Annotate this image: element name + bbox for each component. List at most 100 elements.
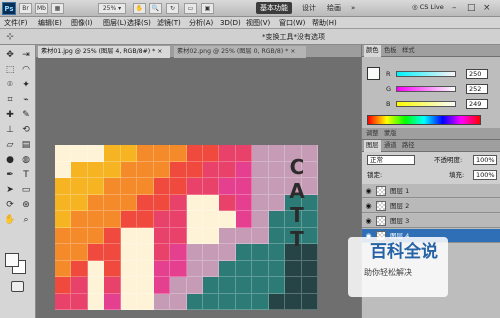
eye-icon[interactable]: ◉ <box>364 187 373 195</box>
magic-wand-tool-icon[interactable]: ✦ <box>19 79 33 92</box>
tools-panel: ✥ ⇥ ⬚ ◠ ⌾ ✦ ⌗ ⌁ ✚ ✎ ⊥ ⟲ ▱ ▤ ● ◍ ✒ T ➤ ▭ … <box>0 45 36 318</box>
workspace-painting[interactable]: 绘画 <box>327 2 341 14</box>
layer-controls: 正常 不透明度: 100% 锁定: 填充: 100% <box>362 152 500 184</box>
tab-channels[interactable]: 通道 <box>382 140 399 152</box>
eye-icon[interactable]: ◉ <box>364 202 373 210</box>
tab-document-2-label: 素材02.png @ 25% (图层 0, RGB/8) * <box>177 48 289 55</box>
menu-window[interactable]: 窗口(W) <box>279 17 305 29</box>
menu-select[interactable]: 选择(S) <box>127 17 151 29</box>
clone-stamp-tool-icon[interactable]: ⊥ <box>3 124 17 137</box>
tab-styles[interactable]: 样式 <box>400 45 417 57</box>
screen-mode-button[interactable]: ▣ <box>201 3 214 14</box>
layer-name: 图层 1 <box>390 187 410 195</box>
lock-label: 锁定: <box>367 171 383 179</box>
green-channel-slider[interactable] <box>396 86 456 92</box>
arrange-documents-button[interactable]: ▭ <box>184 3 197 14</box>
launch-bridge-button[interactable]: Br <box>19 3 32 14</box>
menu-layer[interactable]: 图层(L) <box>103 17 126 29</box>
menu-file[interactable]: 文件(F) <box>4 17 28 29</box>
close-icon[interactable]: × <box>157 48 162 55</box>
menu-image[interactable]: 图像(I) <box>71 17 93 29</box>
3d-rotate-tool-icon[interactable]: ⟳ <box>3 199 17 212</box>
zoom-tool-icon[interactable]: ⌕ <box>19 214 33 227</box>
tab-masks[interactable]: 蒙版 <box>382 128 399 140</box>
history-brush-tool-icon[interactable]: ⟲ <box>19 124 33 137</box>
crop-tool-icon[interactable]: ⌗ <box>3 94 17 107</box>
workspace-design[interactable]: 设计 <box>302 2 316 14</box>
lasso-tool-icon[interactable]: ◠ <box>19 64 33 77</box>
blue-channel-value[interactable]: 249 <box>466 99 488 109</box>
eraser-tool-icon[interactable]: ▱ <box>3 139 17 152</box>
cs-live-button[interactable]: ◎ CS Live <box>412 3 444 11</box>
eyedropper-tool-icon[interactable]: ⌁ <box>19 94 33 107</box>
layer-row-3[interactable]: ◉ 图层 3 <box>362 214 500 228</box>
blur-tool-icon[interactable]: ● <box>3 154 17 167</box>
eye-icon[interactable]: ◉ <box>364 217 373 225</box>
green-channel-value[interactable]: 252 <box>466 84 488 94</box>
zoom-tool-button[interactable]: 🔍 <box>149 3 162 14</box>
layer-row-1[interactable]: ◉ 图层 1 <box>362 184 500 198</box>
zoom-level-dropdown[interactable]: 25% ▾ <box>98 3 126 14</box>
close-button[interactable]: × <box>483 2 491 14</box>
letter-1: C <box>289 155 305 179</box>
minimize-button[interactable]: – <box>452 2 457 14</box>
red-channel-row: R 250 <box>386 69 492 79</box>
hand-tool-icon[interactable]: ✋ <box>3 214 17 227</box>
foreground-color-swatch[interactable] <box>5 253 19 267</box>
menu-filter[interactable]: 滤镜(T) <box>157 17 181 29</box>
current-color-swatch[interactable] <box>367 67 380 80</box>
launch-mini-bridge-button[interactable]: Mb <box>35 3 48 14</box>
tab-adjustments[interactable]: 调整 <box>364 128 381 140</box>
red-channel-slider[interactable] <box>396 71 456 77</box>
shape-tool-icon[interactable]: ▭ <box>19 184 33 197</box>
dodge-tool-icon[interactable]: ◍ <box>19 154 33 167</box>
blue-channel-row: B 249 <box>386 99 492 109</box>
menu-edit[interactable]: 编辑(E) <box>38 17 62 29</box>
blue-channel-slider[interactable] <box>396 101 456 107</box>
menu-help[interactable]: 帮助(H) <box>312 17 337 29</box>
tab-color[interactable]: 颜色 <box>364 45 381 57</box>
type-tool-icon[interactable]: T <box>19 169 33 182</box>
tab-document-2[interactable]: 素材02.png @ 25% (图层 0, RGB/8) * × <box>174 46 306 58</box>
workspace-more[interactable]: » <box>351 2 355 14</box>
view-extras-button[interactable]: ▦ <box>51 3 64 14</box>
quick-mask-icon[interactable] <box>11 281 24 292</box>
workspace-essentials[interactable]: 基本功能 <box>256 2 292 14</box>
blend-mode-label: 正常 <box>370 156 383 164</box>
pen-tool-icon[interactable]: ✒ <box>3 169 17 182</box>
tab-paths[interactable]: 路径 <box>400 140 417 152</box>
3d-camera-tool-icon[interactable]: ⊛ <box>19 199 33 212</box>
tab-layers[interactable]: 图层 <box>364 140 381 152</box>
hand-tool-button[interactable]: ✋ <box>133 3 146 14</box>
red-channel-value[interactable]: 250 <box>466 69 488 79</box>
color-mosaic <box>55 145 318 310</box>
marquee-tool-icon[interactable]: ⬚ <box>3 64 17 77</box>
quick-selection-tool-icon[interactable]: ⌾ <box>3 79 17 92</box>
opacity-label: 不透明度: <box>434 156 463 164</box>
healing-brush-tool-icon[interactable]: ✚ <box>3 109 17 122</box>
color-spectrum-bar[interactable] <box>367 115 481 125</box>
rotate-view-button[interactable]: ↻ <box>166 3 179 14</box>
menu-view[interactable]: 视图(V) <box>246 17 270 29</box>
layer-name: 图层 2 <box>390 202 410 210</box>
layer-row-2[interactable]: ◉ 图层 2 <box>362 199 500 213</box>
artboard-canvas[interactable]: C A T T <box>55 145 318 310</box>
maximize-button[interactable]: □ <box>467 2 476 14</box>
gradient-tool-icon[interactable]: ▤ <box>19 139 33 152</box>
green-channel-row: G 252 <box>386 84 492 94</box>
opacity-value[interactable]: 100% <box>473 155 497 165</box>
fill-value[interactable]: 100% <box>473 170 497 180</box>
blend-mode-dropdown[interactable]: 正常 <box>367 155 415 165</box>
path-selection-tool-icon[interactable]: ➤ <box>3 184 17 197</box>
application-title-bar: Ps Br Mb ▦ 25% ▾ ✋ 🔍 ↻ ▭ ▣ 基本功能 设计 绘画 » … <box>0 0 500 17</box>
tab-swatches[interactable]: 色板 <box>382 45 399 57</box>
move-tool-preset-icon[interactable]: ⊹ <box>3 31 17 43</box>
brush-tool-icon[interactable]: ✎ <box>19 109 33 122</box>
menu-3d[interactable]: 3D(D) <box>220 17 241 29</box>
menu-analysis[interactable]: 分析(A) <box>189 17 213 29</box>
move-tool-icon[interactable]: ✥ <box>3 49 17 62</box>
fill-label: 填充: <box>449 171 465 179</box>
tab-document-1[interactable]: 素材01.jpg @ 25% (图层 4, RGB/8#) * × <box>38 46 170 58</box>
artboard-tool-icon[interactable]: ⇥ <box>19 49 33 62</box>
close-icon[interactable]: × <box>290 48 295 55</box>
